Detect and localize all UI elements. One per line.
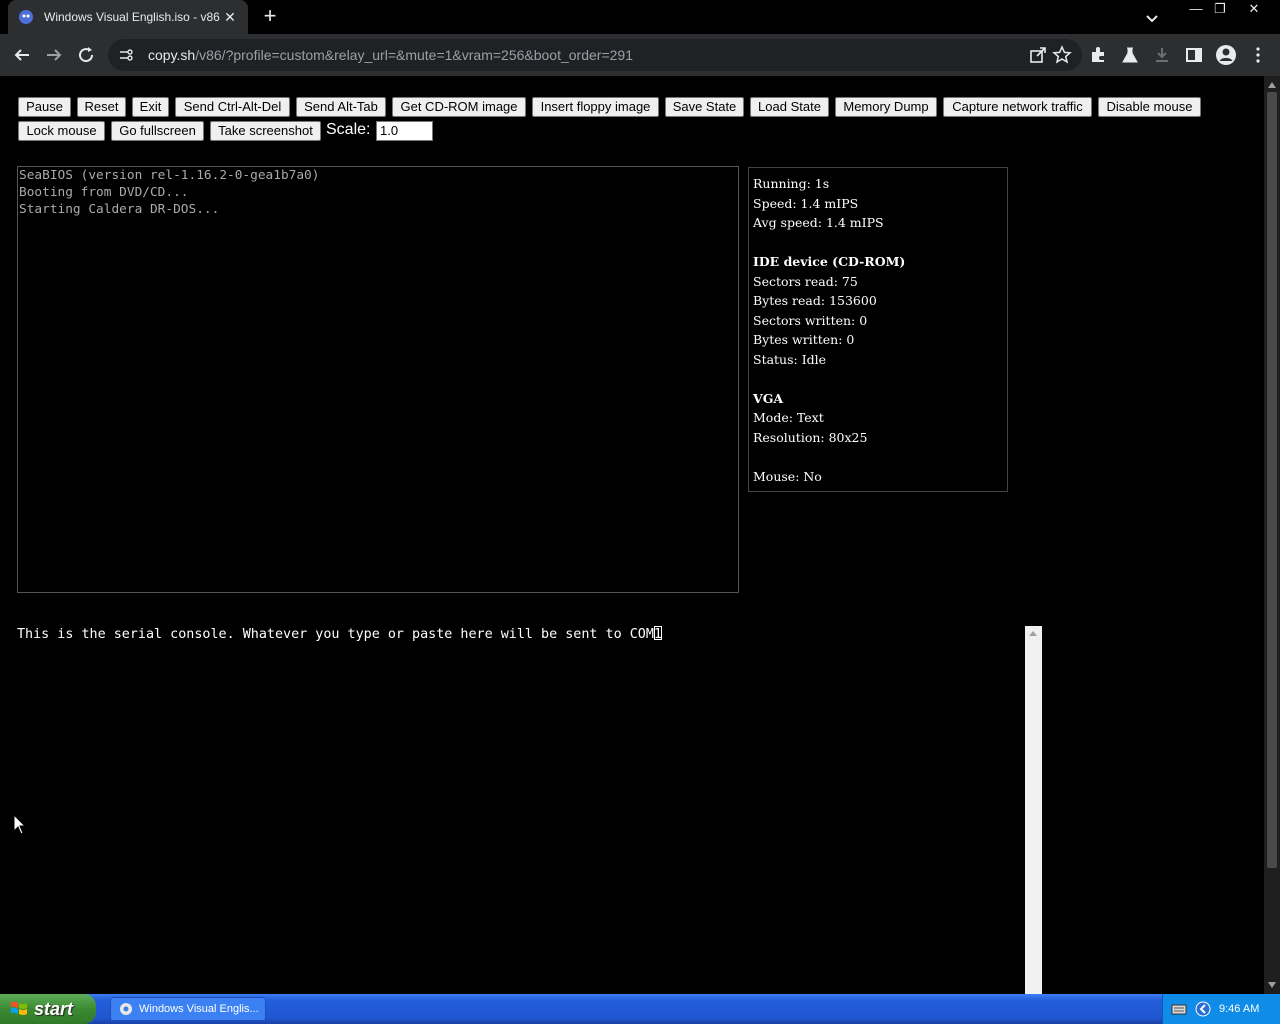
mouse-status: Mouse: No: [753, 468, 822, 484]
lock-mouse-button[interactable]: Lock mouse: [18, 121, 105, 141]
send-ctrl-alt-del-button[interactable]: Send Ctrl-Alt-Del: [175, 97, 290, 117]
exit-button[interactable]: Exit: [132, 97, 169, 117]
sectors-written: Sectors written: 0: [753, 312, 868, 328]
speed: Speed: 1.4 mIPS: [753, 195, 859, 211]
vga-mode: Mode: Text: [753, 410, 824, 425]
reset-button[interactable]: Reset: [77, 97, 126, 117]
serial-console-text: This is the serial console. Whatever you…: [17, 626, 662, 642]
screen-line: Starting Caldera DR-DOS...: [19, 202, 220, 217]
windows-taskbar: start Windows Visual Englis... 9:46 AM: [0, 994, 1280, 1024]
sectors-read: Sectors read: 75: [753, 273, 858, 289]
scale-input[interactable]: 1.0: [376, 121, 433, 141]
avg-speed: Avg speed: 1.4 mIPS: [753, 215, 884, 230]
bookmark-star-icon[interactable]: [1052, 45, 1072, 65]
screen-line: Booting from DVD/CD...: [19, 185, 189, 200]
emulator-screen[interactable]: SeaBIOS (version rel-1.16.2-0-gea1b7a0) …: [17, 166, 739, 593]
tab-bar: Windows Visual English.iso - v86 ✕ + — ❐…: [0, 0, 1280, 34]
taskbar-item-browser[interactable]: Windows Visual Englis...: [110, 997, 266, 1021]
take-screenshot-button[interactable]: Take screenshot: [210, 121, 321, 141]
ide-status: Status: Idle: [753, 351, 827, 367]
mouse-pointer-icon: [13, 814, 27, 835]
extensions-puzzle-icon[interactable]: [1087, 44, 1109, 66]
page-scrollbar[interactable]: [1264, 76, 1280, 994]
scroll-down-arrow-icon[interactable]: [1268, 982, 1276, 988]
system-tray: 9:46 AM: [1162, 994, 1280, 1024]
browser-tab[interactable]: Windows Visual English.iso - v86 ✕: [8, 0, 248, 34]
text-cursor: [653, 626, 662, 640]
serial-scroll-up-icon[interactable]: [1029, 631, 1037, 636]
address-bar[interactable]: copy.sh/v86/?profile=custom&relay_url=&m…: [108, 39, 1082, 71]
site-info-icon[interactable]: [118, 47, 134, 63]
get-cdrom-image-button[interactable]: Get CD-ROM image: [392, 97, 526, 117]
share-icon[interactable]: [1028, 45, 1048, 65]
send-alt-tab-button[interactable]: Send Alt-Tab: [296, 97, 386, 117]
scale-label: Scale:: [326, 121, 371, 138]
keyboard-tray-icon[interactable]: [1171, 1001, 1187, 1017]
new-tab-button[interactable]: +: [258, 5, 282, 29]
close-window-button[interactable]: ✕: [1240, 0, 1268, 20]
start-label: start: [34, 998, 74, 1019]
running-time: Running: 1s: [753, 176, 830, 191]
tab-title: Windows Visual English.iso - v86: [44, 10, 220, 24]
taskbar-item-label: Windows Visual Englis...: [139, 1003, 259, 1015]
tab-search-chevron-icon[interactable]: [1142, 8, 1162, 28]
pause-button[interactable]: Pause: [18, 97, 71, 117]
reload-icon[interactable]: [74, 43, 98, 67]
disable-mouse-button[interactable]: Disable mouse: [1098, 97, 1201, 117]
url-text: copy.sh/v86/?profile=custom&relay_url=&m…: [148, 47, 633, 63]
load-state-button[interactable]: Load State: [750, 97, 829, 117]
start-button[interactable]: start: [0, 994, 96, 1024]
screen-line: SeaBIOS (version rel-1.16.2-0-gea1b7a0): [19, 168, 320, 183]
insert-floppy-image-button[interactable]: Insert floppy image: [532, 97, 659, 117]
side-panel-icon[interactable]: [1183, 44, 1205, 66]
bytes-read: Bytes read: 153600: [753, 293, 877, 308]
browser-app-icon: [120, 1003, 132, 1015]
forward-arrow-icon[interactable]: [42, 43, 66, 67]
serial-console[interactable]: This is the serial console. Whatever you…: [17, 626, 1042, 994]
vga-resolution: Resolution: 80x25: [753, 429, 868, 445]
save-state-button[interactable]: Save State: [665, 97, 744, 117]
profile-avatar-icon[interactable]: [1215, 44, 1237, 66]
scroll-up-arrow-icon[interactable]: [1268, 82, 1276, 88]
memory-dump-button[interactable]: Memory Dump: [835, 97, 937, 117]
v86-favicon-icon: [18, 9, 34, 25]
serial-console-scrollbar[interactable]: [1025, 626, 1042, 994]
runtime-info-panel: Running: 1s Speed: 1.4 mIPS Avg speed: 1…: [748, 167, 1008, 492]
capture-network-traffic-button[interactable]: Capture network traffic: [943, 97, 1092, 117]
clock: 9:46 AM: [1219, 1003, 1260, 1015]
download-icon[interactable]: [1151, 44, 1173, 66]
bytes-written: Bytes written: 0: [753, 332, 855, 347]
go-fullscreen-button[interactable]: Go fullscreen: [111, 121, 204, 141]
collapse-tray-icon[interactable]: [1195, 1001, 1211, 1017]
windows-logo-icon: [11, 1001, 27, 1015]
scrollbar-thumb[interactable]: [1267, 92, 1277, 868]
ide-device-heading: IDE device (CD-ROM): [753, 254, 906, 269]
restore-button[interactable]: ❐: [1206, 0, 1234, 20]
back-arrow-icon[interactable]: [10, 43, 34, 67]
vga-heading: VGA: [753, 390, 784, 406]
tab-close-icon[interactable]: ✕: [222, 9, 238, 26]
menu-kebab-icon[interactable]: [1247, 44, 1269, 66]
labs-flask-icon[interactable]: [1119, 44, 1141, 66]
